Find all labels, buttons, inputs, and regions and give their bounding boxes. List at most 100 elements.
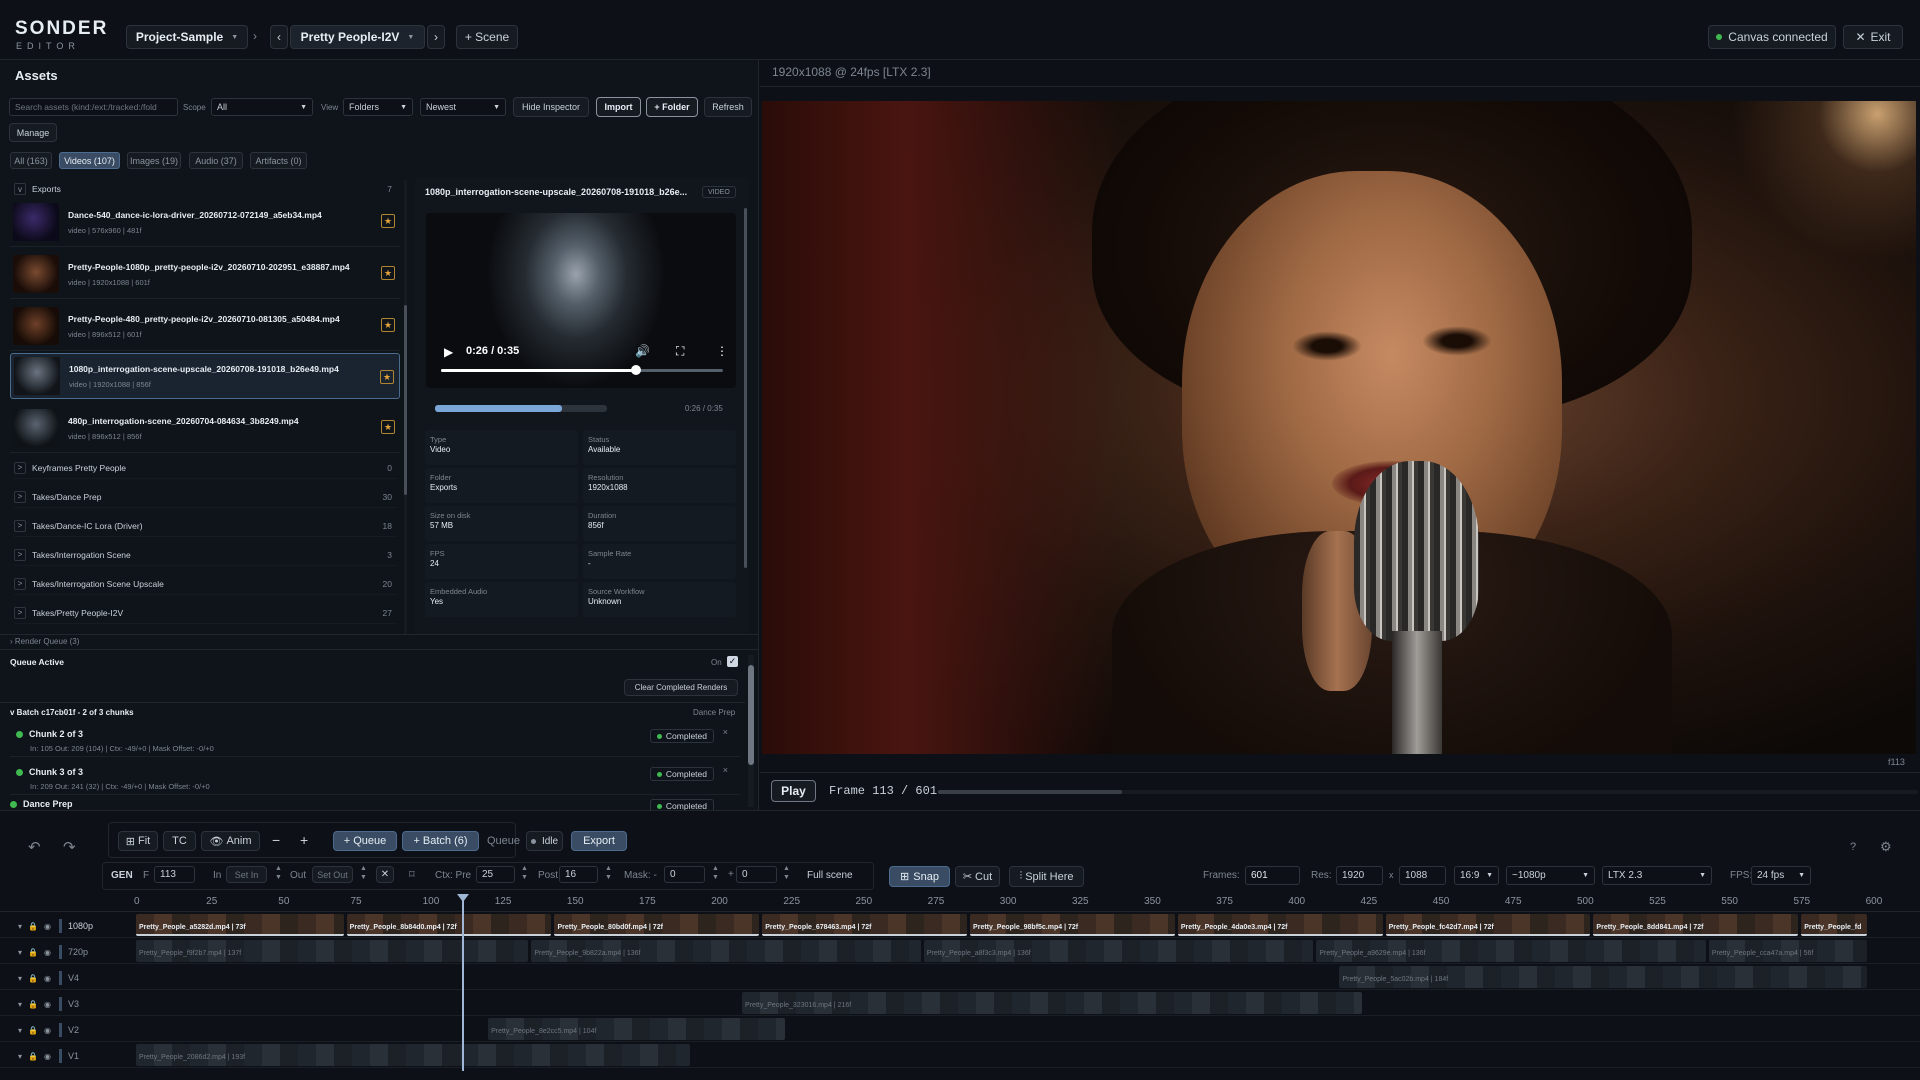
timeline-clip[interactable]: Pretty_People_9b822a.mp4 | 136f [531,940,921,962]
timeline-clip[interactable]: Pretty_People_fc42d7.mp4 | 72f [1385,914,1591,936]
track-collapse-icon[interactable]: ▾ [18,948,22,957]
lock-icon[interactable]: 🔒 [28,948,38,957]
asset-row[interactable]: Dance-540_dance-ic-lora-driver_20260712-… [10,198,400,247]
lock-icon[interactable]: 🔒 [28,1052,38,1061]
frame-input[interactable]: 113 [154,866,195,883]
playhead[interactable] [457,894,470,1071]
tab-videos[interactable]: Videos (107) [59,152,120,169]
timeline-clip[interactable]: Pretty_People_a5282d.mp4 | 73f [136,914,344,936]
track-row[interactable]: ▾ 🔒 ◉ V4 Pretty_People_5ac02b.mp4 | 184f [0,964,1920,990]
timeline-clip[interactable]: Pretty_People_8e2cc5.mp4 | 104f [488,1018,786,1040]
res-height-input[interactable]: 1088 [1399,866,1446,885]
asset-search-input[interactable]: Search assets (kind:/ext:/tracked:/fold [9,98,178,116]
more-options-icon[interactable]: ⋮ [716,344,728,358]
lock-icon[interactable]: 🔒 [28,1000,38,1009]
render-chunk[interactable]: Chunk 2 of 3 In: 105 Out: 209 (104) | Ct… [10,721,740,757]
track-collapse-icon[interactable]: ▾ [18,1052,22,1061]
asset-row[interactable]: Pretty-People-480_pretty-people-i2v_2026… [10,302,400,351]
project-selector[interactable]: Project-Sample ▼ [126,25,248,49]
in-stepper-icon[interactable]: ▲ ▼ [275,864,282,882]
fps-select[interactable]: 24 fps ▼ [1751,866,1811,885]
star-icon[interactable]: ★ [380,370,394,384]
refresh-button[interactable]: Refresh [704,97,752,117]
lock-icon[interactable]: 🔒 [28,1026,38,1035]
tab-images[interactable]: Images (19) [127,152,181,169]
add-scene-button[interactable]: + Scene [456,25,518,49]
export-button[interactable]: Export [571,831,627,851]
full-scene-toggle[interactable]: Full scene [807,870,853,881]
next-sequence-button[interactable]: › [427,25,445,49]
track-collapse-icon[interactable]: ▾ [18,1000,22,1009]
track-collapse-icon[interactable]: ▾ [18,922,22,931]
exports-folder-header[interactable]: v Exports 7 [14,182,398,196]
asset-row[interactable]: 480p_interrogation-scene_20260704-084634… [10,404,400,453]
folder-row[interactable]: > Takes/Interrogation Scene Upscale 20 [14,573,398,595]
set-in-button[interactable]: Set In [226,866,267,883]
viewer-canvas[interactable] [762,101,1916,754]
tab-all[interactable]: All (163) [10,152,52,169]
clear-completed-button[interactable]: Clear Completed Renders [624,679,738,696]
zoom-out-button[interactable]: − [272,832,280,848]
anim-button[interactable]: 👁 Anim [201,831,260,851]
cut-button[interactable]: ✂ Cut [955,866,1000,887]
hide-inspector-button[interactable]: Hide Inspector [513,97,589,117]
player-seek-bar[interactable] [441,365,723,375]
view-select[interactable]: Folders ▼ [343,98,413,116]
sequence-selector[interactable]: Pretty People-I2V ▼ [290,25,425,49]
star-icon[interactable]: ★ [381,318,395,332]
mask-pre-stepper-icon[interactable]: ▲ ▼ [712,864,719,882]
split-here-button[interactable]: ⫶ Split Here [1009,866,1084,887]
playhead-handle-icon[interactable] [457,894,470,902]
add-queue-button[interactable]: + Queue [333,831,397,851]
redo-icon[interactable]: ↷ [63,838,76,856]
track-collapse-icon[interactable]: ▾ [18,974,22,983]
ctx-pre-input[interactable]: 25 [476,866,515,883]
timeline-clip[interactable]: Pretty_People_4da0e3.mp4 | 72f [1177,914,1383,936]
volume-icon[interactable]: 🔊 [635,344,650,358]
timeline-clip[interactable]: Pretty_People_678463.mp4 | 72f [762,914,968,936]
fit-button[interactable]: ⊞ Fit [118,831,158,851]
inspector-video-player[interactable]: ▶ 0:26 / 0:35 🔊 ⛶ ⋮ [426,213,736,388]
timeline-ruler[interactable]: 0 25 50 75 100 125 150 175 200 225 250 275 300 325 350… [0,894,1920,912]
queue-on-checkbox[interactable]: ✓ [727,656,738,667]
timeline-clip[interactable]: Pretty_People_5ac02b.mp4 | 184f [1339,966,1868,988]
star-icon[interactable]: ★ [381,420,395,434]
timeline-clip[interactable]: Pretty_People_f9f2b7.mp4 | 137f [136,940,529,962]
pre-stepper-icon[interactable]: ▲ ▼ [521,864,528,882]
clear-range-button[interactable]: ✕ [376,866,394,883]
timeline-clip[interactable]: Pretty_People_fd [1801,914,1868,936]
timeline-clip[interactable]: Pretty_People_8dd841.mp4 | 72f [1593,914,1799,936]
track-row[interactable]: ▾ 🔒 ◉ 720p Pretty_People_f9f2b7.mp4 | 137f Pr… [0,938,1920,964]
timeline-clip[interactable]: Pretty_People_a8f3c3.mp4 | 136f [923,940,1314,962]
add-batch-button[interactable]: + Batch (6) [402,831,479,851]
asset-row[interactable]: Pretty-People-1080p_pretty-people-i2v_20… [10,250,400,299]
scope-select[interactable]: All ▼ [211,98,313,116]
track-row[interactable]: ▾ 🔒 ◉ V1 Pretty_People_2086d2.mp4 | 193f [0,1042,1920,1068]
render-queue-header[interactable]: › Render Queue (3) [10,637,79,646]
track-row[interactable]: ▾ 🔒 ◉ 1080p Pretty_People_a5282d.mp4 | 73f Pr… [0,912,1920,938]
folder-row[interactable]: > Takes/Dance-IC Lora (Driver) 18 [14,515,398,537]
star-icon[interactable]: ★ [381,266,395,280]
exit-button[interactable]: ✕ Exit [1843,25,1903,49]
help-icon[interactable]: ? [1850,841,1856,853]
undo-icon[interactable]: ↶ [28,838,41,856]
timeline-clip[interactable]: Pretty_People_a9629e.mp4 | 136f [1316,940,1706,962]
tc-button[interactable]: TC [163,831,196,851]
track-row[interactable]: ▾ 🔒 ◉ V3 Pretty_People_323016.mp4 | 216f [0,990,1920,1016]
quality-select[interactable]: ~1080p ▼ [1506,866,1595,885]
folder-row[interactable]: > Takes/Pretty People-I2V 27 [14,602,398,624]
aspect-select[interactable]: 16:9 ▼ [1454,866,1499,885]
res-width-input[interactable]: 1920 [1336,866,1383,885]
set-out-button[interactable]: Set Out [312,866,353,883]
track-row[interactable]: ▾ 🔒 ◉ V2 Pretty_People_8e2cc5.mp4 | 104f [0,1016,1920,1042]
ctx-post-input[interactable]: 16 [559,866,598,883]
post-stepper-icon[interactable]: ▲ ▼ [605,864,612,882]
visibility-icon[interactable]: ◉ [44,1026,51,1035]
import-button[interactable]: Import [596,97,641,117]
zoom-in-button[interactable]: + [300,832,308,848]
mask-post-input[interactable]: 0 [736,866,777,883]
timeline-clip[interactable]: Pretty_People_2086d2.mp4 | 193f [136,1044,690,1066]
folder-row[interactable]: > Takes/Dance Prep 30 [14,486,398,508]
render-chunk[interactable]: Dance Prep Completed [10,797,740,811]
lock-icon[interactable]: 🔒 [28,974,38,983]
